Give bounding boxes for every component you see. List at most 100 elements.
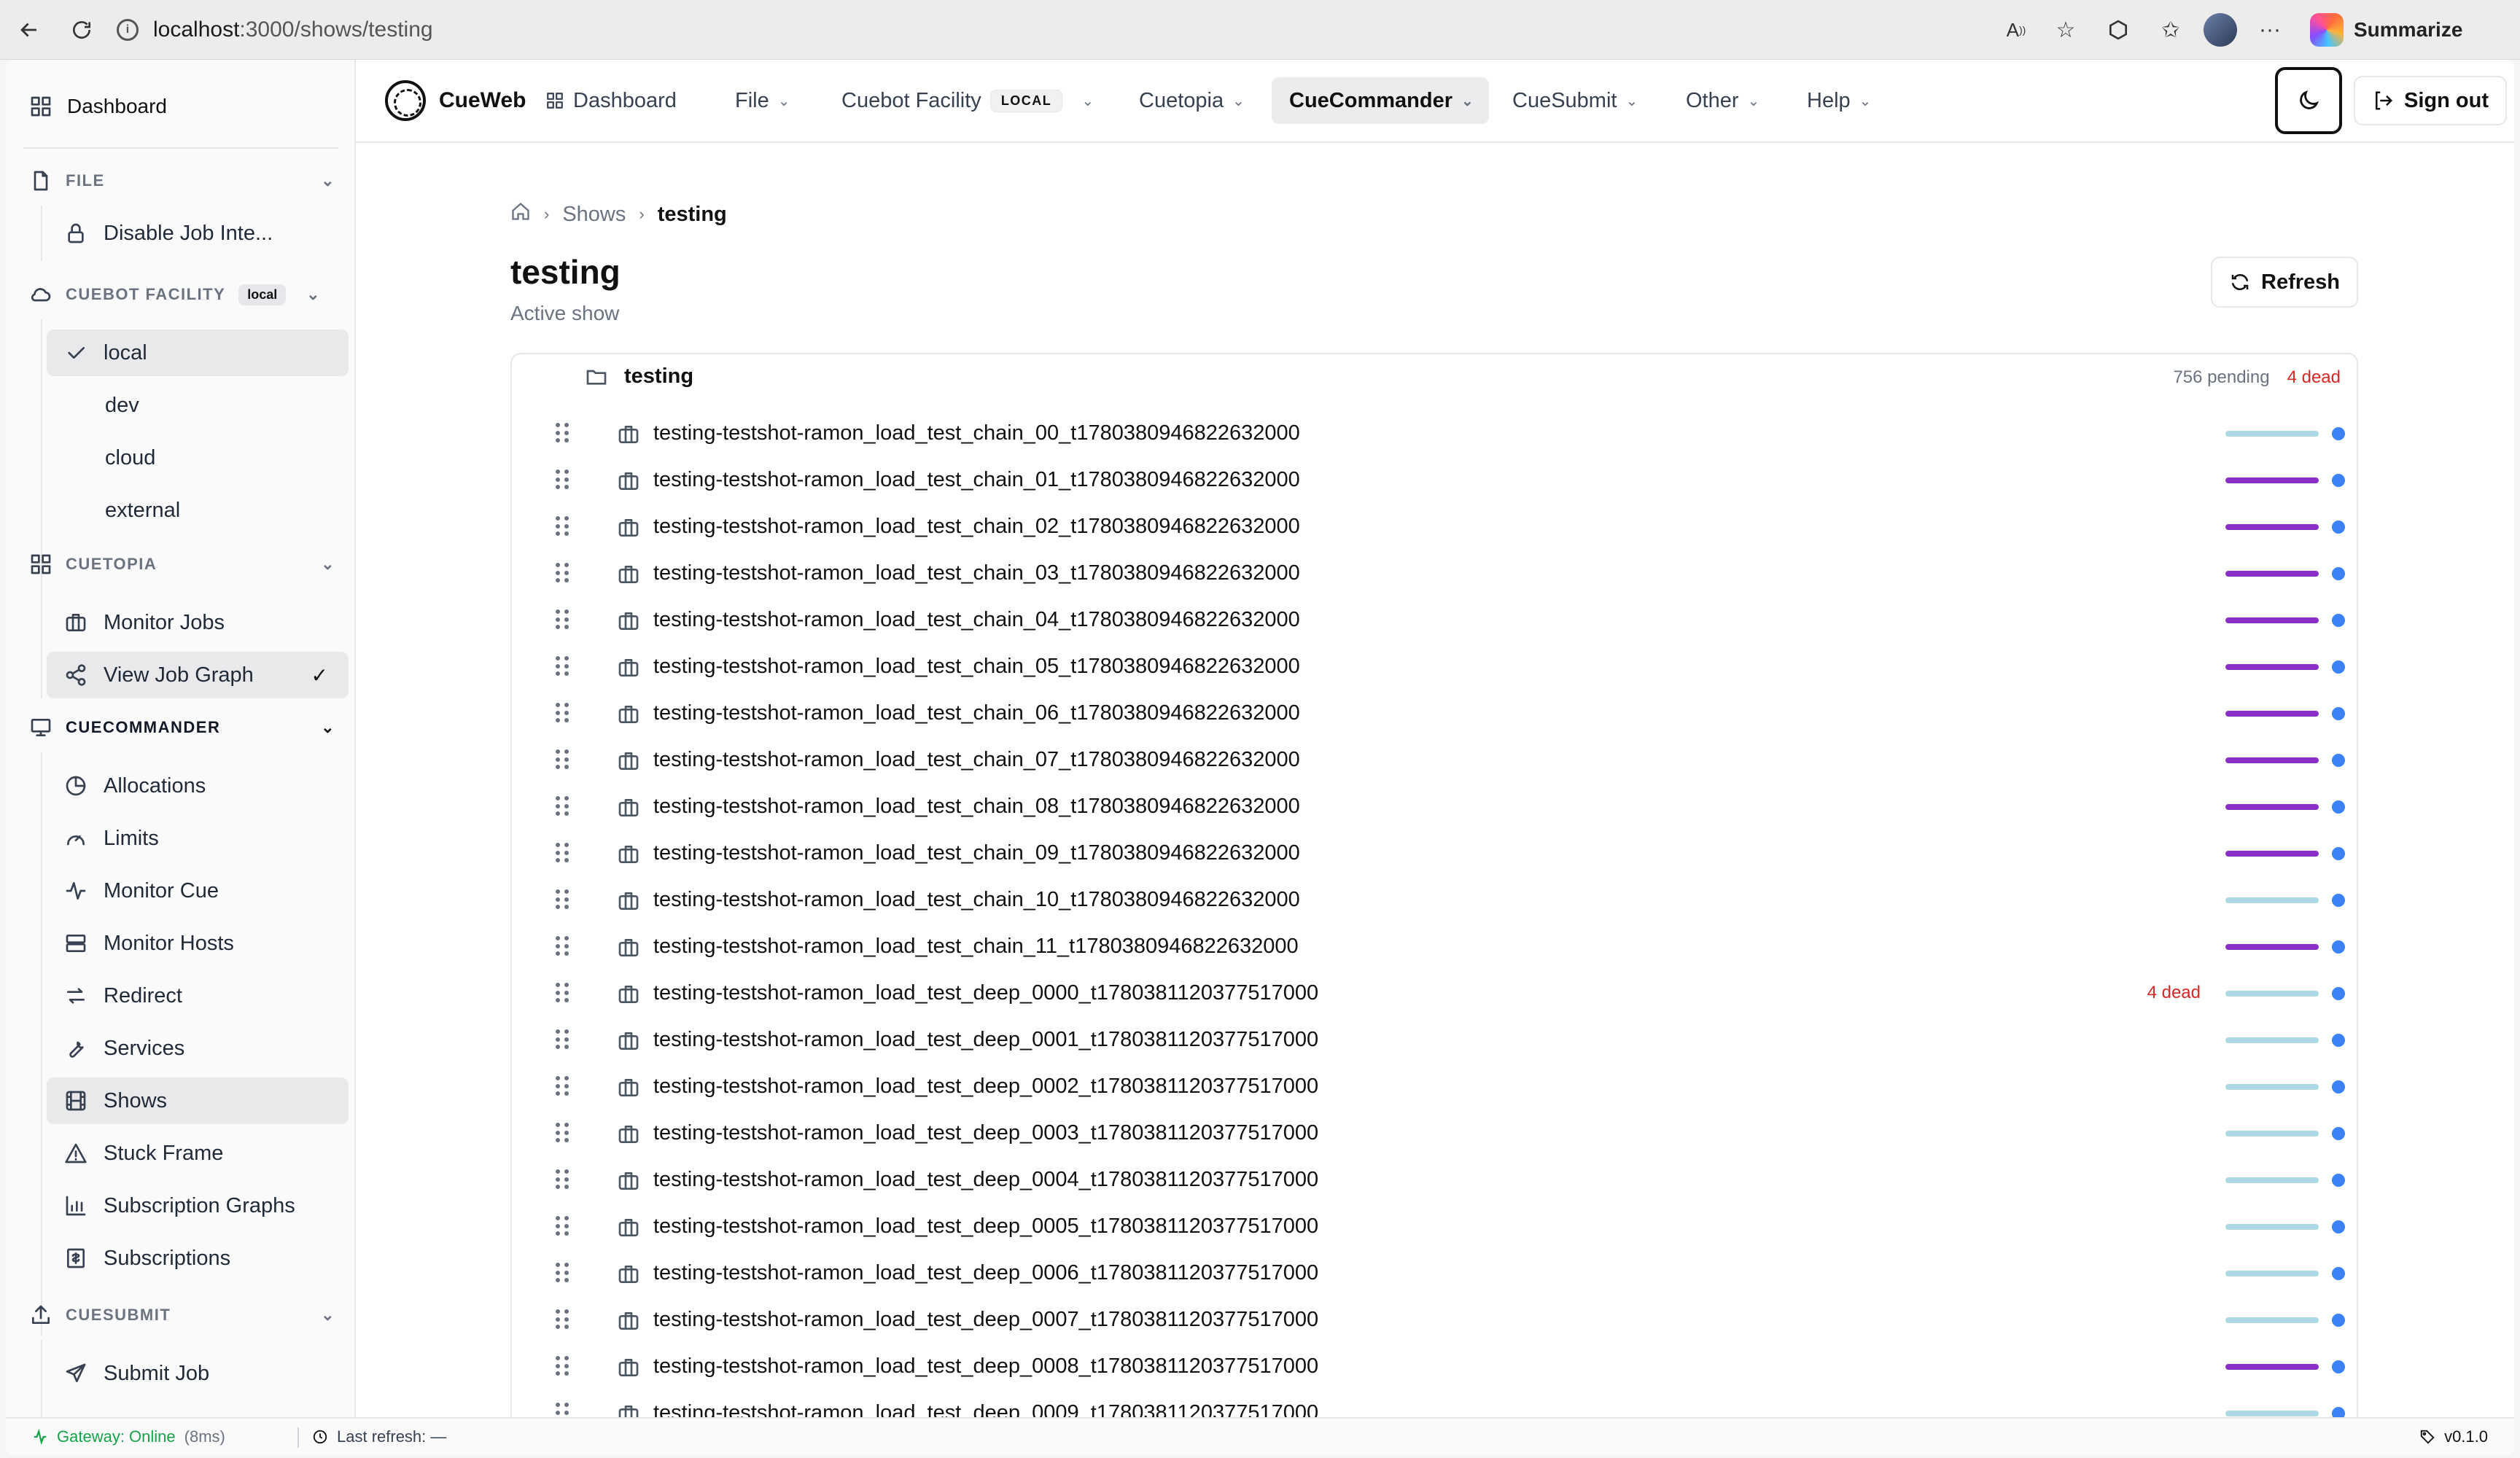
drag-handle-icon[interactable] (556, 423, 570, 443)
drag-handle-icon[interactable] (556, 516, 570, 537)
job-name[interactable]: testing-testshot-ramon_load_test_deep_00… (653, 1028, 1318, 1052)
favorite-star-icon[interactable]: ☆ (2048, 12, 2084, 48)
job-row[interactable]: testing-testshot-ramon_load_test_chain_0… (512, 503, 2360, 550)
more-menu-icon[interactable]: ··· (2252, 12, 2288, 48)
section-cuesubmit-header[interactable]: CUESUBMIT ⌄ (29, 1303, 335, 1327)
site-info-icon[interactable]: i (117, 19, 139, 41)
nav-cuetopia-menu[interactable]: Cuetopia ⌄ (1121, 77, 1262, 124)
job-name[interactable]: testing-testshot-ramon_load_test_chain_1… (653, 935, 1299, 959)
extensions-icon[interactable] (2100, 12, 2136, 48)
job-row[interactable]: testing-testshot-ramon_load_test_deep_00… (512, 970, 2360, 1016)
sidebar-item-allocations[interactable]: Allocations (47, 763, 349, 809)
job-name[interactable]: testing-testshot-ramon_load_test_chain_0… (653, 608, 1300, 632)
sidebar-item-monitor-jobs[interactable]: Monitor Jobs (47, 599, 349, 646)
job-name[interactable]: testing-testshot-ramon_load_test_deep_00… (653, 1308, 1318, 1332)
sidebar-item-monitor-hosts[interactable]: Monitor Hosts (47, 920, 349, 967)
sidebar-item-disable-job-interactions[interactable]: Disable Job Inte... (47, 210, 349, 257)
job-row[interactable]: testing-testshot-ramon_load_test_chain_0… (512, 643, 2360, 690)
job-name[interactable]: testing-testshot-ramon_load_test_chain_0… (653, 421, 1300, 445)
brand-link[interactable]: CueWeb (385, 80, 526, 121)
sidebar-item-facility-local[interactable]: local (47, 330, 349, 376)
drag-handle-icon[interactable] (556, 843, 570, 863)
job-row[interactable]: testing-testshot-ramon_load_test_deep_00… (512, 1250, 2360, 1296)
nav-file-menu[interactable]: File ⌄ (718, 77, 808, 124)
drag-handle-icon[interactable] (556, 1123, 570, 1143)
section-cuebot-header[interactable]: CUEBOT FACILITY local ⌄ (29, 283, 335, 306)
sidebar-item-submit-job[interactable]: Submit Job (47, 1350, 349, 1397)
back-icon[interactable] (7, 8, 51, 52)
nav-other-menu[interactable]: Other ⌄ (1668, 77, 1777, 124)
job-row[interactable]: testing-testshot-ramon_load_test_chain_0… (512, 596, 2360, 643)
job-name[interactable]: testing-testshot-ramon_load_test_chain_0… (653, 655, 1300, 679)
job-name[interactable]: testing-testshot-ramon_load_test_chain_0… (653, 515, 1300, 539)
job-name[interactable]: testing-testshot-ramon_load_test_chain_0… (653, 841, 1300, 865)
sidebar-item-view-job-graph[interactable]: View Job Graph ✓ (47, 652, 349, 698)
nav-facility-menu[interactable]: Cuebot Facility LOCAL ⌄ (824, 77, 1111, 124)
refresh-button[interactable]: Refresh (2211, 257, 2358, 308)
drag-handle-icon[interactable] (556, 1076, 570, 1096)
job-name[interactable]: testing-testshot-ramon_load_test_deep_00… (653, 1215, 1318, 1239)
drag-handle-icon[interactable] (556, 1169, 570, 1190)
job-row[interactable]: testing-testshot-ramon_load_test_chain_0… (512, 830, 2360, 876)
job-row[interactable]: testing-testshot-ramon_load_test_deep_00… (512, 1296, 2360, 1343)
drag-handle-icon[interactable] (556, 1309, 570, 1330)
sidebar-item-stuck-frame[interactable]: Stuck Frame (47, 1130, 349, 1177)
job-name[interactable]: testing-testshot-ramon_load_test_chain_1… (653, 888, 1300, 912)
job-name[interactable]: testing-testshot-ramon_load_test_deep_00… (653, 1354, 1318, 1379)
job-row[interactable]: testing-testshot-ramon_load_test_chain_0… (512, 690, 2360, 736)
job-name[interactable]: testing-testshot-ramon_load_test_deep_00… (653, 981, 1318, 1005)
sidebar-item-shows[interactable]: Shows (47, 1077, 349, 1124)
drag-handle-icon[interactable] (556, 749, 570, 770)
job-name[interactable]: testing-testshot-ramon_load_test_deep_00… (653, 1075, 1318, 1099)
address-bar[interactable]: i localhost:3000/shows/testing (117, 9, 1983, 51)
nav-help-menu[interactable]: Help ⌄ (1789, 77, 1889, 124)
read-aloud-icon[interactable]: A)) (1998, 12, 2034, 48)
job-row[interactable]: testing-testshot-ramon_load_test_chain_0… (512, 783, 2360, 830)
drag-handle-icon[interactable] (556, 1403, 570, 1417)
drag-handle-icon[interactable] (556, 1029, 570, 1050)
job-row[interactable]: testing-testshot-ramon_load_test_chain_0… (512, 456, 2360, 503)
job-row[interactable]: testing-testshot-ramon_load_test_deep_00… (512, 1203, 2360, 1250)
section-cuetopia-header[interactable]: CUETOPIA ⌄ (29, 553, 335, 576)
drag-handle-icon[interactable] (556, 1263, 570, 1283)
sidebar-item-facility-cloud[interactable]: cloud (47, 434, 349, 481)
job-name[interactable]: testing-testshot-ramon_load_test_deep_00… (653, 1121, 1318, 1145)
job-row[interactable]: testing-testshot-ramon_load_test_deep_00… (512, 1389, 2360, 1417)
drag-handle-icon[interactable] (556, 1216, 570, 1236)
drag-handle-icon[interactable] (556, 469, 570, 490)
job-name[interactable]: testing-testshot-ramon_load_test_deep_00… (653, 1261, 1318, 1285)
sidebar-item-subscriptions[interactable]: Subscriptions (47, 1235, 349, 1282)
reload-icon[interactable] (60, 8, 104, 52)
drag-handle-icon[interactable] (556, 796, 570, 816)
sidebar-item-limits[interactable]: Limits (47, 815, 349, 862)
job-row[interactable]: testing-testshot-ramon_load_test_chain_0… (512, 550, 2360, 596)
nav-cuecommander-menu[interactable]: CueCommander ⌄ (1272, 77, 1489, 124)
breadcrumb-shows[interactable]: Shows (562, 203, 626, 227)
sidebar-item-dashboard[interactable]: Dashboard (29, 95, 167, 118)
profile-avatar[interactable] (2202, 12, 2239, 48)
nav-dashboard[interactable]: Dashboard (528, 77, 694, 124)
job-row[interactable]: testing-testshot-ramon_load_test_deep_00… (512, 1156, 2360, 1203)
sidebar-item-services[interactable]: Services (47, 1025, 349, 1072)
job-name[interactable]: testing-testshot-ramon_load_test_deep_00… (653, 1401, 1318, 1418)
job-name[interactable]: testing-testshot-ramon_load_test_chain_0… (653, 795, 1300, 819)
job-row[interactable]: testing-testshot-ramon_load_test_deep_00… (512, 1063, 2360, 1110)
theme-toggle-button[interactable] (2275, 67, 2342, 134)
job-name[interactable]: testing-testshot-ramon_load_test_chain_0… (653, 468, 1300, 492)
job-row[interactable]: testing-testshot-ramon_load_test_chain_0… (512, 410, 2360, 456)
tree-group-header[interactable]: testing (585, 364, 693, 389)
drag-handle-icon[interactable] (556, 703, 570, 723)
drag-handle-icon[interactable] (556, 983, 570, 1003)
sidebar-item-subscription-graphs[interactable]: Subscription Graphs (47, 1182, 349, 1229)
drag-handle-icon[interactable] (556, 563, 570, 583)
home-icon[interactable] (510, 201, 531, 227)
sidebar-item-facility-dev[interactable]: dev (47, 382, 349, 429)
sidebar-item-monitor-cue[interactable]: Monitor Cue (47, 868, 349, 914)
drag-handle-icon[interactable] (556, 1356, 570, 1376)
job-row[interactable]: testing-testshot-ramon_load_test_chain_0… (512, 736, 2360, 783)
drag-handle-icon[interactable] (556, 656, 570, 677)
sidebar-item-facility-external[interactable]: external (47, 487, 349, 534)
job-row[interactable]: testing-testshot-ramon_load_test_deep_00… (512, 1016, 2360, 1063)
sign-out-button[interactable]: Sign out (2354, 76, 2507, 125)
drag-handle-icon[interactable] (556, 889, 570, 910)
